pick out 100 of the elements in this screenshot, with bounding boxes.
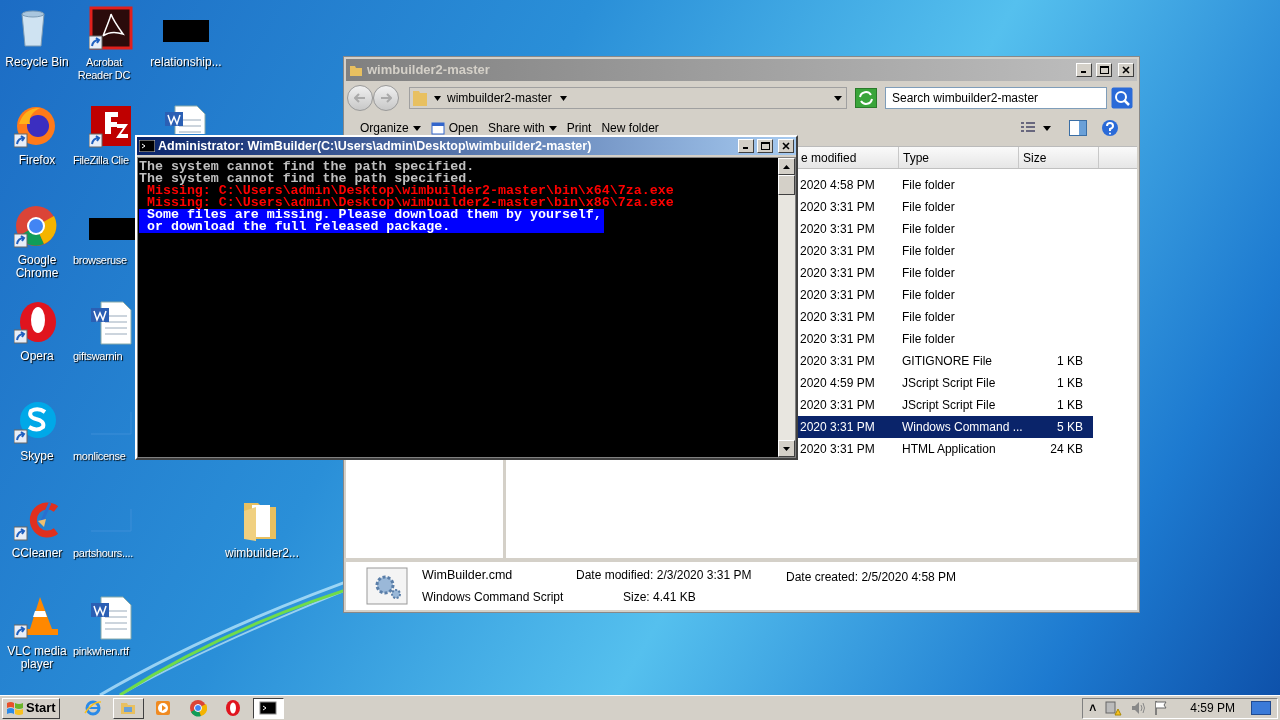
scroll-up-button[interactable] bbox=[778, 158, 795, 175]
close-button[interactable] bbox=[1118, 63, 1134, 77]
scrollbar-thumb[interactable] bbox=[778, 175, 795, 195]
traffic-cone-icon[interactable] bbox=[14, 595, 60, 641]
icon-label[interactable]: wimbuilder2... bbox=[225, 547, 297, 560]
icon-label[interactable]: partshours.... bbox=[73, 547, 133, 560]
minimize-button[interactable] bbox=[738, 139, 754, 153]
console-line: Missing: C:\Users\admin\Desktop\wimbuilder2-master\bin\x86\7za.exe bbox=[145, 197, 674, 209]
icon-label[interactable]: relationship... bbox=[150, 56, 222, 69]
shortcut-arrow-icon bbox=[89, 133, 103, 148]
preview-pane-icon[interactable] bbox=[1069, 120, 1087, 136]
document-icon[interactable] bbox=[89, 300, 135, 346]
toolbar-button[interactable]: Print bbox=[564, 121, 594, 135]
show-hidden-icons-button[interactable]: ˄ bbox=[1089, 702, 1097, 714]
file-row[interactable]: 2020 3:31 PM File folder bbox=[797, 328, 1093, 350]
icon-label[interactable]: monlicense bbox=[73, 450, 126, 463]
console-line: Missing: C:\Users\admin\Desktop\wimbuilder2-master\bin\x64\7za.exe bbox=[145, 185, 674, 197]
shortcut-arrow-icon bbox=[14, 429, 28, 444]
table-cell-text: File folder bbox=[901, 199, 956, 216]
maximize-icon bbox=[1099, 65, 1109, 75]
table-cell-text: HTML Application bbox=[901, 441, 997, 458]
file-row[interactable]: 2020 3:31 PM File folder bbox=[797, 262, 1093, 284]
table-cell-text: 2020 3:31 PM bbox=[799, 353, 876, 370]
arrow-right-icon bbox=[380, 93, 392, 103]
file-row[interactable]: 2020 3:31 PM File folder bbox=[797, 196, 1093, 218]
play-icon bbox=[154, 699, 173, 717]
table-cell-text: 5 KB bbox=[1056, 419, 1083, 436]
icon-label[interactable]: Google Chrome bbox=[1, 254, 73, 280]
table-cell-text: File folder bbox=[901, 331, 956, 348]
file-row[interactable]: 2020 3:31 PM GITIGNORE File 1 KB bbox=[797, 350, 1093, 372]
icon-label[interactable]: CCleaner bbox=[11, 547, 63, 560]
acrobat-icon[interactable] bbox=[89, 6, 135, 52]
refresh-icon[interactable] bbox=[855, 88, 877, 108]
file-name: WimBuilder.cmd bbox=[422, 566, 514, 584]
table-cell-text: GITIGNORE File bbox=[901, 353, 993, 370]
maximize-button[interactable] bbox=[757, 139, 773, 153]
search-field[interactable]: Search wimbuilder2-master bbox=[885, 87, 1107, 109]
toolbar-button[interactable]: Open bbox=[428, 121, 481, 135]
table-cell-text: 2020 3:31 PM bbox=[799, 243, 876, 260]
table-cell-text: 2020 3:31 PM bbox=[799, 265, 876, 282]
maximize-icon bbox=[760, 141, 770, 151]
taskbar-button[interactable] bbox=[252, 697, 284, 719]
column-header[interactable]: Size bbox=[1019, 147, 1099, 168]
close-button[interactable] bbox=[778, 139, 794, 153]
toolbar-button[interactable]: Share with bbox=[486, 121, 559, 135]
toolbar-button[interactable]: Organize bbox=[358, 121, 423, 135]
clock[interactable]: 4:59 PM bbox=[1190, 699, 1235, 717]
file-row[interactable]: 2020 3:31 PM File folder bbox=[797, 284, 1093, 306]
file-row[interactable]: 2020 3:31 PM File folder bbox=[797, 218, 1093, 240]
breadcrumb-item[interactable]: wimbuilder2-master bbox=[447, 89, 552, 107]
shortcut-arrow-icon bbox=[89, 35, 103, 50]
icon-label[interactable]: browseruse bbox=[73, 254, 127, 267]
icon-label[interactable]: giftswarnin bbox=[73, 350, 123, 363]
toolbar-button[interactable]: New folder bbox=[599, 121, 661, 135]
file-row[interactable]: 2020 4:59 PM JScript Script File 1 KB bbox=[797, 372, 1093, 394]
column-header[interactable]: Type bbox=[899, 147, 1019, 168]
table-cell-text: 1 KB bbox=[1056, 397, 1083, 414]
file-row[interactable]: 2020 3:31 PM HTML Application 24 KB bbox=[797, 438, 1093, 460]
icon-label[interactable]: FileZilla Clie bbox=[73, 154, 129, 167]
icon-label[interactable]: Firefox bbox=[18, 154, 56, 167]
scroll-down-button[interactable] bbox=[778, 440, 795, 457]
icon-label[interactable]: Recycle Bin bbox=[5, 56, 69, 69]
icon-label[interactable]: Acrobat Reader DC bbox=[73, 56, 135, 82]
address-bar[interactable]: wimbuilder2-master bbox=[409, 87, 847, 109]
shortcut-arrow-icon bbox=[14, 133, 28, 148]
minimize-button[interactable] bbox=[1076, 63, 1092, 77]
maximize-button[interactable] bbox=[1096, 63, 1112, 77]
dropdown-icon[interactable] bbox=[834, 95, 842, 101]
console-line: The system cannot find the path specified. bbox=[139, 173, 475, 185]
file-size-text: Size: 4.41 KB bbox=[622, 589, 697, 606]
icon-label[interactable]: pinkwhen.rtf bbox=[73, 645, 129, 658]
table-cell-text: File folder bbox=[901, 265, 956, 282]
file-row[interactable]: 2020 3:31 PM File folder bbox=[797, 306, 1093, 328]
icon-label[interactable]: Skype bbox=[20, 450, 54, 463]
table-cell-text: File folder bbox=[901, 287, 956, 304]
table-cell-text: 2020 4:58 PM bbox=[799, 177, 876, 194]
table-cell-text: File folder bbox=[901, 309, 956, 326]
icon-label[interactable]: Opera bbox=[20, 350, 54, 363]
arrow-left-icon bbox=[354, 93, 366, 103]
table-cell-text: 2020 3:31 PM bbox=[799, 397, 876, 414]
help-icon[interactable] bbox=[1101, 119, 1119, 137]
date-created-text: Date created: 2/5/2020 4:58 PM bbox=[786, 569, 957, 586]
table-cell-text: File folder bbox=[901, 243, 956, 260]
chrome-icon bbox=[189, 699, 208, 717]
table-cell-text: 2020 3:31 PM bbox=[799, 331, 876, 348]
table-cell-text: Windows Command ... bbox=[901, 419, 1021, 436]
caret-icon[interactable] bbox=[1043, 125, 1051, 131]
file-row[interactable]: 2020 3:31 PM JScript Script File 1 KB bbox=[797, 394, 1093, 416]
file-row[interactable]: 2020 3:31 PM Windows Command ... 5 KB bbox=[797, 416, 1093, 438]
file-row[interactable]: 2020 4:58 PM File folder bbox=[797, 174, 1093, 196]
icon-label[interactable]: VLC media player bbox=[1, 645, 73, 671]
caret-icon bbox=[434, 95, 441, 101]
table-cell-text: 2020 3:31 PM bbox=[799, 441, 876, 458]
flag-icon[interactable] bbox=[1154, 700, 1169, 716]
search-icon[interactable] bbox=[1111, 87, 1133, 109]
start-button[interactable]: Start bbox=[2, 697, 60, 719]
view-options-icon[interactable] bbox=[1019, 121, 1037, 135]
file-row[interactable]: 2020 3:31 PM File folder bbox=[797, 240, 1093, 262]
document-icon[interactable] bbox=[89, 595, 135, 641]
table-cell-text: 2020 3:31 PM bbox=[799, 221, 876, 238]
